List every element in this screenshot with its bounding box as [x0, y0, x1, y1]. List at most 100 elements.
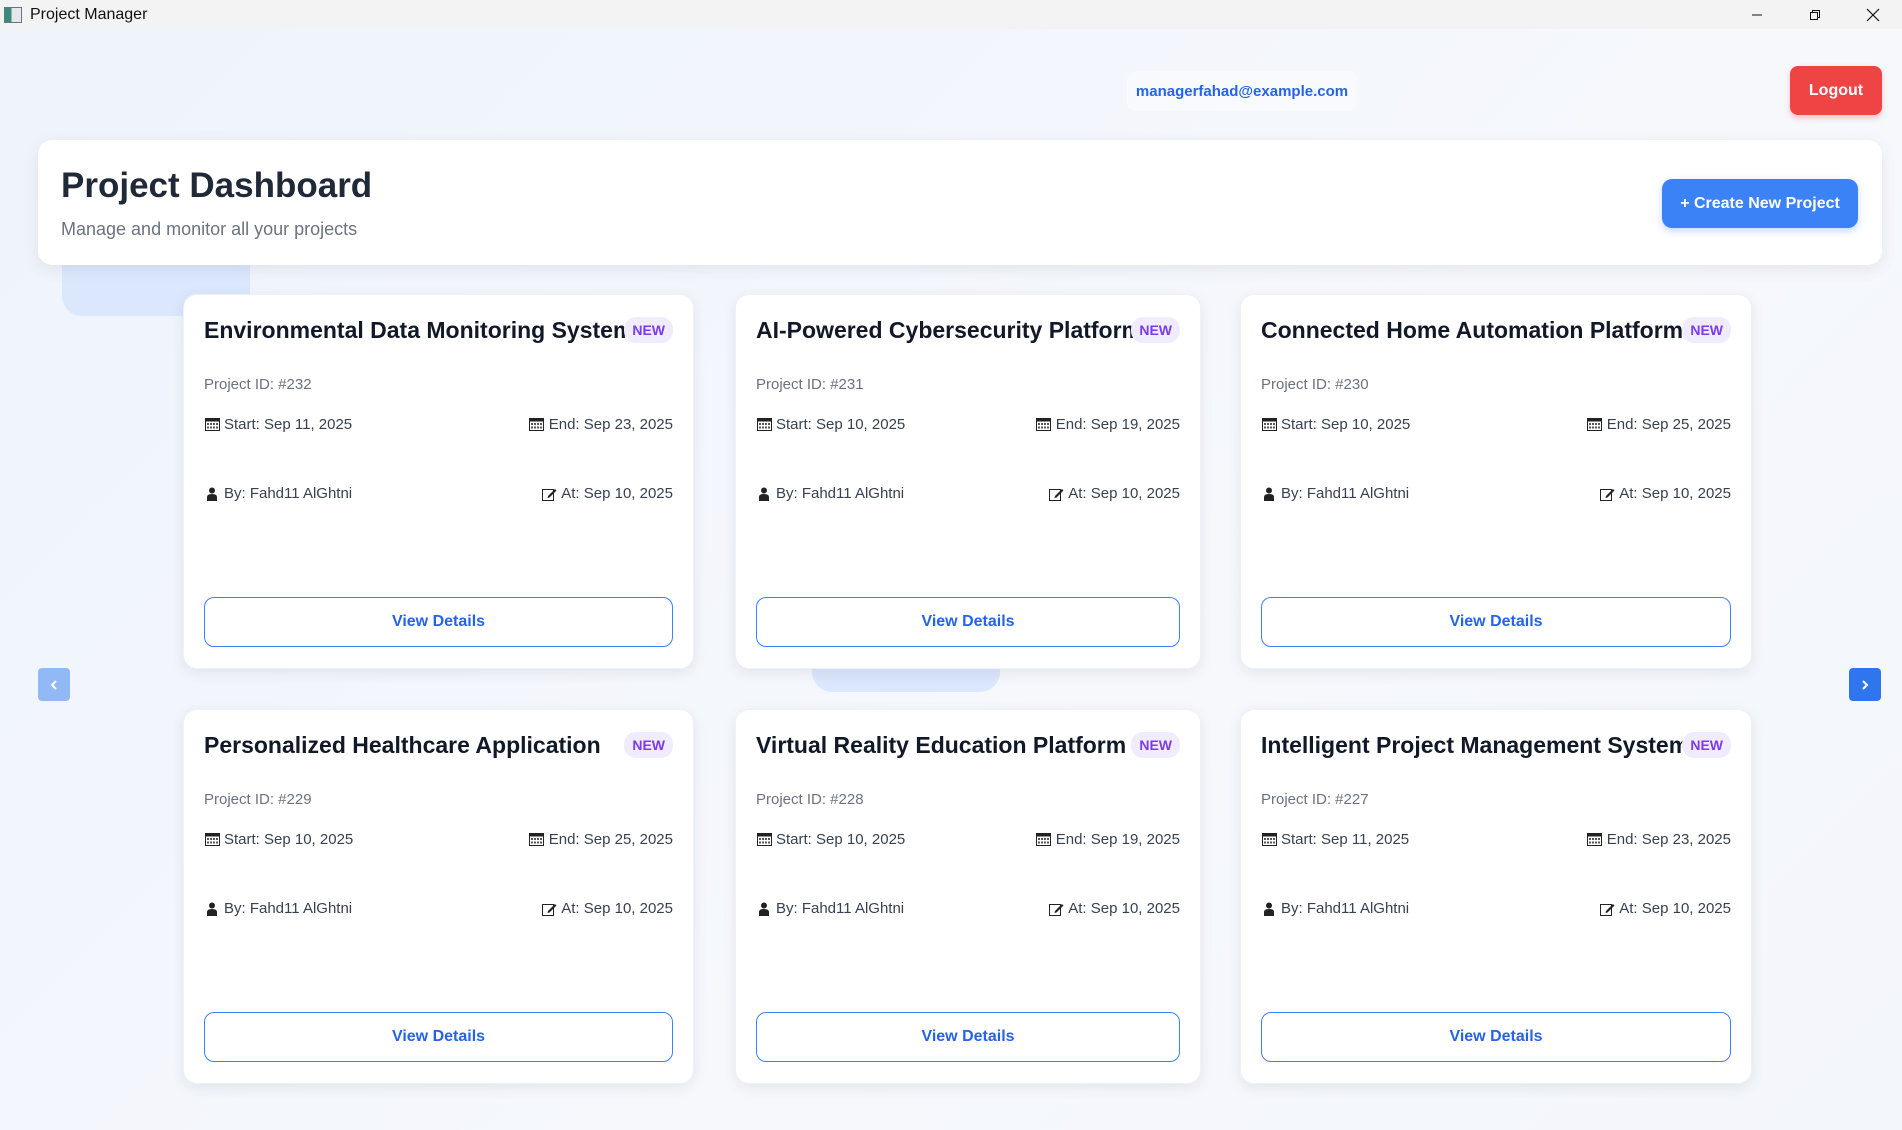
project-card: Virtual Reality Education Platform NEW P…	[735, 709, 1201, 1084]
created-at: At: Sep 10, 2025	[1068, 900, 1180, 917]
calendar-icon	[756, 418, 772, 432]
created-by: By: Fahd11 AlGhtni	[776, 900, 905, 917]
view-details-button[interactable]: View Details	[1261, 597, 1731, 647]
chevron-right-icon	[1862, 679, 1869, 690]
status-badge: NEW	[624, 317, 673, 343]
project-dates: Start: Sep 10, 2025 End: Sep 19, 2025	[756, 416, 1180, 433]
end-date: End: Sep 19, 2025	[1055, 831, 1180, 848]
person-icon	[756, 902, 772, 916]
edit-note-icon	[541, 487, 557, 501]
project-start: Start: Sep 10, 2025	[1261, 416, 1410, 433]
project-start: Start: Sep 10, 2025	[756, 831, 905, 848]
logout-button[interactable]: Logout	[1790, 66, 1882, 115]
app-window-icon	[4, 6, 22, 23]
status-badge: NEW	[1131, 317, 1180, 343]
window-controls	[1728, 0, 1902, 29]
created-at: At: Sep 10, 2025	[1619, 900, 1731, 917]
status-badge: NEW	[1682, 732, 1731, 758]
created-by: By: Fahd11 AlGhtni	[1281, 900, 1410, 917]
project-meta: By: Fahd11 AlGhtni At: Sep 10, 2025	[756, 900, 1180, 917]
page-title: Project Dashboard	[61, 166, 373, 205]
created-at: At: Sep 10, 2025	[561, 485, 673, 502]
start-date: Start: Sep 10, 2025	[224, 831, 354, 848]
created-by: By: Fahd11 AlGhtni	[776, 485, 905, 502]
project-card: Personalized Healthcare Application NEW …	[183, 709, 694, 1084]
project-card: Intelligent Project Management System NE…	[1240, 709, 1752, 1084]
project-id: Project ID: #231	[756, 376, 864, 393]
project-id: Project ID: #230	[1261, 376, 1369, 393]
project-created-at: At: Sep 10, 2025	[1048, 900, 1180, 917]
project-meta: By: Fahd11 AlGhtni At: Sep 10, 2025	[756, 485, 1180, 502]
project-created-at: At: Sep 10, 2025	[1599, 900, 1731, 917]
dashboard-header: Project Dashboard Manage and monitor all…	[38, 140, 1882, 265]
close-icon[interactable]	[1844, 0, 1902, 29]
project-meta: By: Fahd11 AlGhtni At: Sep 10, 2025	[204, 900, 673, 917]
restore-icon[interactable]	[1786, 0, 1844, 29]
project-meta: By: Fahd11 AlGhtni At: Sep 10, 2025	[1261, 900, 1731, 917]
end-date: End: Sep 23, 2025	[1606, 831, 1731, 848]
project-title: Intelligent Project Management System	[1261, 732, 1690, 758]
project-end: End: Sep 25, 2025	[1587, 416, 1731, 433]
edit-note-icon	[1048, 487, 1064, 501]
view-details-button[interactable]: View Details	[756, 1012, 1180, 1062]
project-end: End: Sep 19, 2025	[1036, 416, 1180, 433]
project-id: Project ID: #232	[204, 376, 312, 393]
calendar-icon	[756, 833, 772, 847]
end-date: End: Sep 25, 2025	[1606, 416, 1731, 433]
project-title: Environmental Data Monitoring System	[204, 317, 634, 343]
chevron-left-icon	[50, 679, 57, 690]
minimize-icon[interactable]	[1728, 0, 1786, 29]
created-at: At: Sep 10, 2025	[1068, 485, 1180, 502]
project-end: End: Sep 19, 2025	[1036, 831, 1180, 848]
project-title: Connected Home Automation Platform	[1261, 317, 1684, 343]
created-at: At: Sep 10, 2025	[561, 900, 673, 917]
start-date: Start: Sep 10, 2025	[776, 831, 906, 848]
person-icon	[756, 487, 772, 501]
carousel-prev-button[interactable]	[38, 668, 70, 701]
status-badge: NEW	[1682, 317, 1731, 343]
project-dates: Start: Sep 11, 2025 End: Sep 23, 2025	[204, 416, 673, 433]
project-start: Start: Sep 11, 2025	[1261, 831, 1409, 848]
project-card: Environmental Data Monitoring System NEW…	[183, 294, 694, 669]
project-card: Connected Home Automation Platform NEW P…	[1240, 294, 1752, 669]
edit-note-icon	[1048, 902, 1064, 916]
calendar-icon	[1261, 418, 1277, 432]
view-details-button[interactable]: View Details	[204, 597, 673, 647]
calendar-icon	[529, 833, 545, 847]
project-meta: By: Fahd11 AlGhtni At: Sep 10, 2025	[1261, 485, 1731, 502]
end-date: End: Sep 23, 2025	[548, 416, 673, 433]
project-end: End: Sep 23, 2025	[529, 416, 673, 433]
view-details-button[interactable]: View Details	[204, 1012, 673, 1062]
user-email[interactable]: managerfahad@example.com	[1127, 71, 1357, 111]
start-date: Start: Sep 11, 2025	[1281, 831, 1410, 848]
calendar-icon	[1261, 833, 1277, 847]
project-creator: By: Fahd11 AlGhtni	[1261, 485, 1409, 502]
project-start: Start: Sep 10, 2025	[756, 416, 905, 433]
project-title: Virtual Reality Education Platform	[756, 732, 1127, 758]
project-creator: By: Fahd11 AlGhtni	[204, 485, 352, 502]
create-project-button[interactable]: + Create New Project	[1662, 179, 1858, 228]
project-title: Personalized Healthcare Application	[204, 732, 601, 758]
project-created-at: At: Sep 10, 2025	[1599, 485, 1731, 502]
created-by: By: Fahd11 AlGhtni	[224, 900, 353, 917]
project-start: Start: Sep 10, 2025	[204, 831, 353, 848]
project-id: Project ID: #229	[204, 791, 312, 808]
project-creator: By: Fahd11 AlGhtni	[756, 485, 904, 502]
status-badge: NEW	[1131, 732, 1180, 758]
project-meta: By: Fahd11 AlGhtni At: Sep 10, 2025	[204, 485, 673, 502]
window-title: Project Manager	[30, 5, 148, 23]
project-card: AI-Powered Cybersecurity Platform NEW Pr…	[735, 294, 1201, 669]
calendar-icon	[204, 833, 220, 847]
project-end: End: Sep 25, 2025	[529, 831, 673, 848]
view-details-button[interactable]: View Details	[1261, 1012, 1731, 1062]
project-start: Start: Sep 11, 2025	[204, 416, 352, 433]
view-details-button[interactable]: View Details	[756, 597, 1180, 647]
created-by: By: Fahd11 AlGhtni	[1281, 485, 1410, 502]
carousel-next-button[interactable]	[1849, 668, 1881, 701]
start-date: Start: Sep 11, 2025	[224, 416, 353, 433]
calendar-icon	[1587, 418, 1603, 432]
person-icon	[1261, 487, 1277, 501]
calendar-icon	[529, 418, 545, 432]
calendar-icon	[1587, 833, 1603, 847]
project-title: AI-Powered Cybersecurity Platform	[756, 317, 1143, 343]
